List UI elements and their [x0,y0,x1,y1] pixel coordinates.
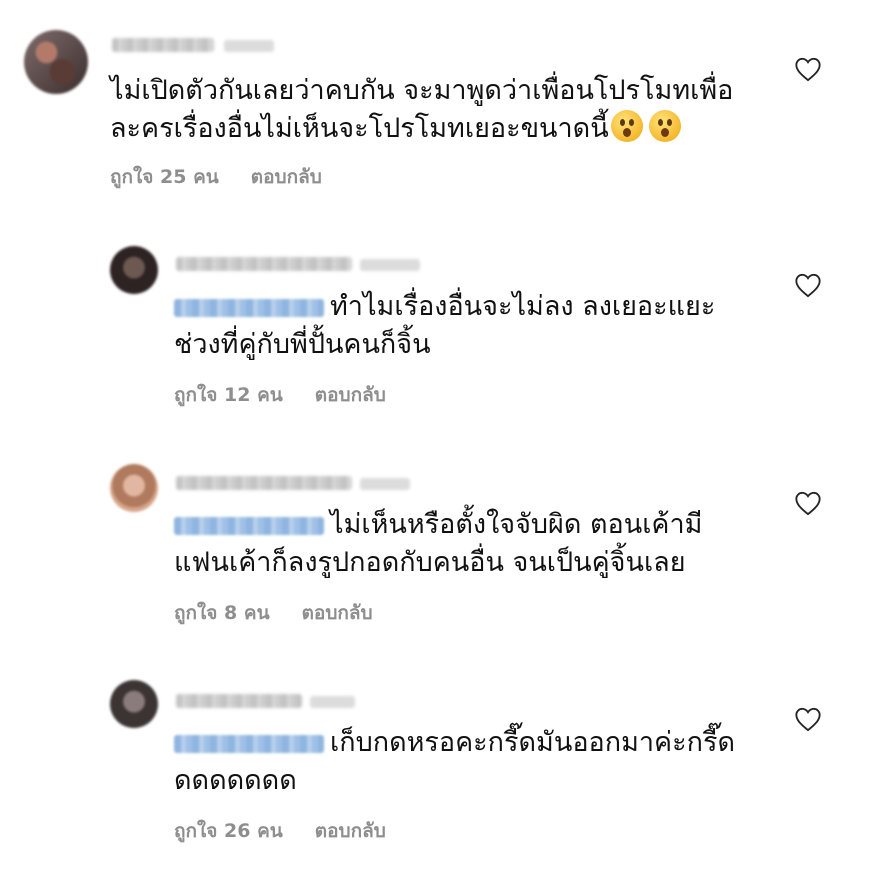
mention-blurred[interactable] [174,516,324,535]
reply-button[interactable]: ตอบกลับ [251,166,322,188]
likes-count[interactable]: ถูกใจ 8 คน [174,602,270,624]
heart-icon[interactable] [794,706,822,732]
comment-text-line: แฟนเค้าก็ลงรูปกอดกับคนอื่น จนเป็นคู่จิ้น… [174,547,686,578]
comment-text-line: ละครเรื่องอื่นไม่เห็นจะโปรโมทเยอะขนาดนี้ [110,110,770,148]
comment-text-line: ไม่เปิดตัวกันเลยว่าคบกัน จะมาพูดว่าเพื่อ… [110,75,734,106]
comment-text-line: เก็บกดหรอคะกรี๊ดมันออกมาค่ะกรี๊ด [174,724,774,762]
comment-meta: ถูกใจ 12 คน ตอบกลับ [174,380,386,410]
heart-icon[interactable] [794,272,822,298]
timestamp-blurred [360,259,420,271]
likes-count[interactable]: ถูกใจ 26 คน [174,820,283,842]
username-blurred[interactable] [176,694,302,708]
reply-button[interactable]: ตอบกลับ [302,602,373,624]
timestamp-blurred [360,478,410,490]
comment-text-line: ช่วงที่คู่กับพี่ปั้นคนก็จิ้น [174,329,431,360]
comment-meta: ถูกใจ 25 คน ตอบกลับ [110,162,322,192]
comment-meta: ถูกใจ 26 คน ตอบกลับ [174,816,386,846]
avatar[interactable] [110,246,158,294]
comment-text-line: ทำไมเรื่องอื่นจะไม่ลง ลงเยอะแยะ [174,288,774,326]
username-blurred[interactable] [176,257,352,271]
heart-icon[interactable] [794,490,822,516]
hushed-face-emoji [648,110,681,142]
reply-button[interactable]: ตอบกลับ [315,820,386,842]
mention-blurred[interactable] [174,734,324,753]
mention-blurred[interactable] [174,298,324,317]
comment-text-line-part: ไม่เห็นหรือตั้งใจจับผิด ตอนเค้ามี [330,509,703,540]
comment-text-line-part: ทำไมเรื่องอื่นจะไม่ลง ลงเยอะแยะ [330,291,716,322]
avatar[interactable] [24,30,88,94]
username-blurred[interactable] [112,38,214,52]
comment-text-line: ดดดดดดด [174,765,297,796]
username-blurred[interactable] [176,476,352,490]
comment-text: ไม่เปิดตัวกันเลยว่าคบกัน จะมาพูดว่าเพื่อ… [110,72,770,148]
heart-icon[interactable] [794,56,822,82]
comment-text: ทำไมเรื่องอื่นจะไม่ลง ลงเยอะแยะ ช่วงที่ค… [174,288,774,364]
hushed-face-emoji [610,110,643,142]
likes-count[interactable]: ถูกใจ 25 คน [110,166,219,188]
reply-button[interactable]: ตอบกลับ [315,384,386,406]
comment-text-line: ไม่เห็นหรือตั้งใจจับผิด ตอนเค้ามี [174,506,774,544]
comment-text-line-part: เก็บกดหรอคะกรี๊ดมันออกมาค่ะกรี๊ด [330,727,735,758]
comment-text-line-part: ละครเรื่องอื่นไม่เห็นจะโปรโมทเยอะขนาดนี้ [110,113,609,144]
timestamp-blurred [224,40,274,52]
avatar[interactable] [110,680,158,728]
comment-text: ไม่เห็นหรือตั้งใจจับผิด ตอนเค้ามี แฟนเค้… [174,506,774,582]
likes-count[interactable]: ถูกใจ 12 คน [174,384,283,406]
comment-text: เก็บกดหรอคะกรี๊ดมันออกมาค่ะกรี๊ด ดดดดดดด [174,724,774,800]
avatar[interactable] [110,464,158,512]
timestamp-blurred [310,696,355,708]
comment-meta: ถูกใจ 8 คน ตอบกลับ [174,598,373,628]
